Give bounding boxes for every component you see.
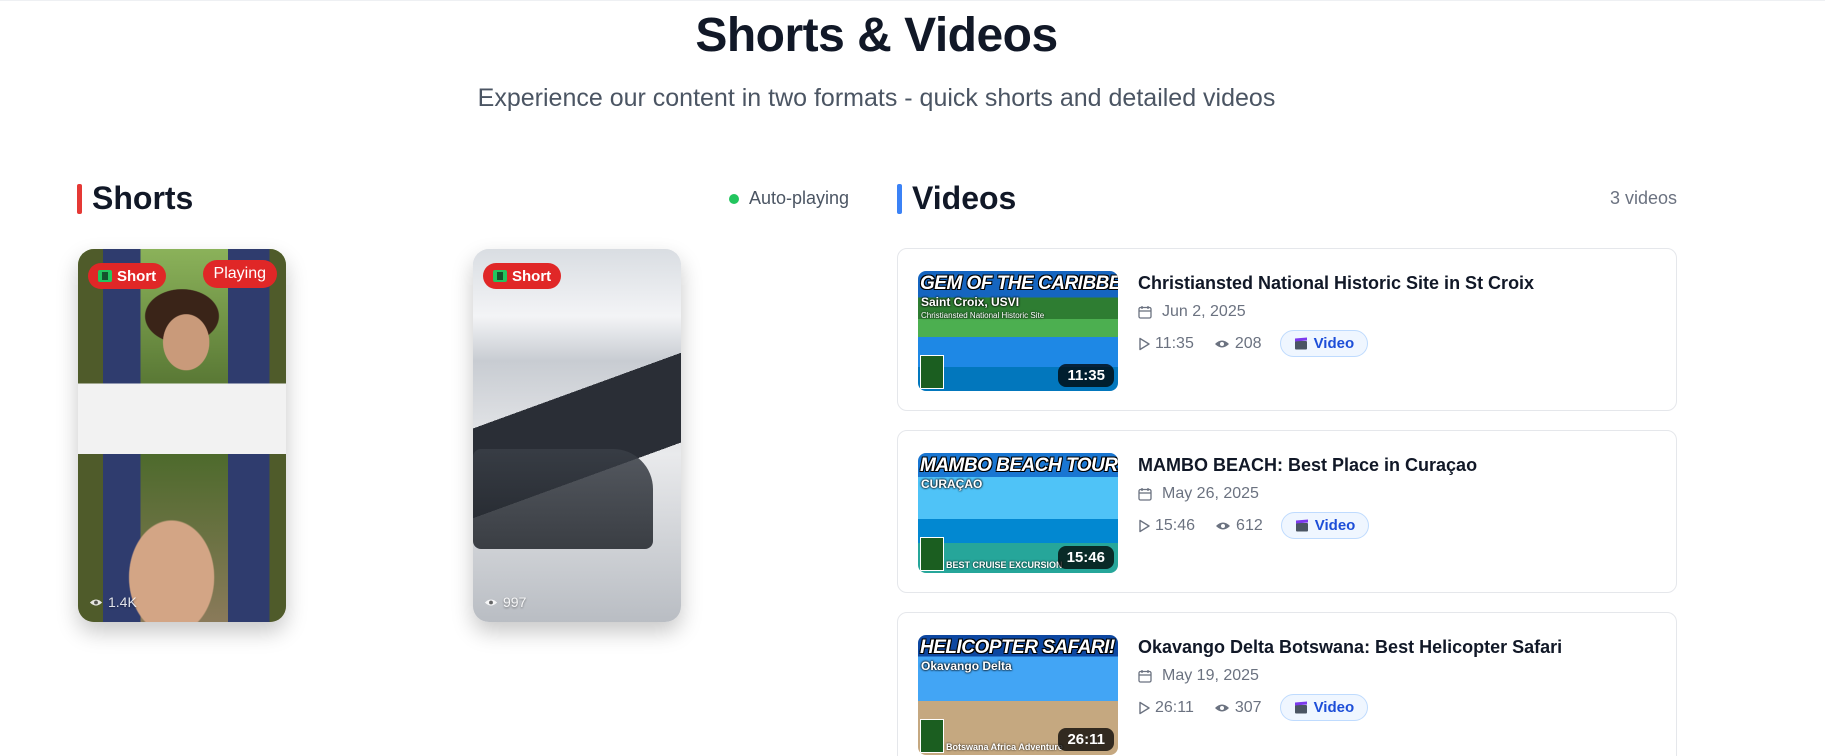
video-views-text: 307 [1234, 698, 1262, 716]
calendar-icon [1138, 488, 1152, 501]
page-title: Shorts & Videos [695, 9, 1058, 62]
duration-badge: 11:35 [1058, 364, 1114, 387]
eye-icon [1214, 704, 1229, 711]
video-thumbnail[interactable]: HELICOPTER SAFARI! Okavango Delta Botswa… [918, 635, 1118, 755]
page-subtitle: Experience our content in two formats - … [477, 84, 1276, 112]
short-thumbnail [78, 249, 286, 622]
thumbnail-footer: Botswana Africa Adventure [946, 742, 1063, 752]
video-type-label: Video [1314, 517, 1356, 534]
play-icon [1139, 519, 1150, 532]
video-date-text: Jun 2, 2025 [1162, 303, 1246, 320]
calendar-icon [1138, 306, 1152, 319]
video-duration-text: 15:46 [1155, 516, 1196, 534]
short-thumbnail [473, 249, 681, 622]
film-icon [493, 270, 507, 282]
thumbnail-headline: HELICOPTER SAFARI! [920, 637, 1115, 658]
video-card[interactable]: HELICOPTER SAFARI! Okavango Delta Botswa… [897, 612, 1677, 756]
channel-logo [920, 355, 944, 389]
videos-title: Videos [912, 180, 1017, 216]
short-badge: Short [483, 263, 562, 289]
duration-badge: 26:11 [1058, 728, 1114, 751]
play-icon [1139, 701, 1150, 714]
video-duration-text: 26:11 [1155, 698, 1194, 716]
shorts-accent-bar [77, 183, 82, 214]
video-title[interactable]: MAMBO BEACH: Best Place in Curaçao [1138, 455, 1477, 476]
video-meta: 15:46 612 Video [1138, 512, 1477, 539]
autoplay-status: Auto-playing [729, 188, 849, 209]
playing-badge: Playing [202, 260, 277, 288]
short-card[interactable]: Short 997 [473, 249, 681, 622]
short-card[interactable]: Short Playing 1.4K [78, 249, 286, 622]
video-type-label: Video [1313, 335, 1355, 352]
short-views-count: 1.4K [108, 594, 137, 610]
thumbnail-subheadline: CURAÇAO [921, 477, 983, 491]
video-type-tag: Video [1279, 694, 1369, 721]
video-info: Christiansted National Historic Site in … [1138, 273, 1534, 357]
shorts-title: Shorts [92, 180, 194, 216]
top-divider [0, 0, 1825, 1]
video-date-text: May 19, 2025 [1162, 667, 1259, 684]
short-badge-label: Short [117, 267, 157, 285]
video-thumbnail[interactable]: MAMBO BEACH TOUR! CURAÇAO BEST CRUISE EX… [918, 453, 1118, 573]
video-views: 612 [1215, 517, 1263, 535]
autoplay-label: Auto-playing [749, 188, 850, 208]
play-icon [1139, 337, 1150, 350]
video-title[interactable]: Christiansted National Historic Site in … [1138, 273, 1534, 294]
video-meta: 26:11 307 Video [1138, 694, 1562, 721]
shorts-header: Shorts [77, 180, 193, 217]
channel-logo [920, 719, 944, 753]
clapper-icon [1294, 337, 1307, 350]
short-badge-label: Short [512, 267, 552, 285]
video-info: Okavango Delta Botswana: Best Helicopter… [1138, 637, 1562, 721]
video-type-tag: Video [1280, 512, 1370, 539]
calendar-icon [1138, 670, 1152, 683]
eye-icon [484, 598, 498, 606]
short-views: 997 [484, 594, 526, 610]
video-count: 3 videos [1609, 188, 1677, 208]
video-type-label: Video [1313, 699, 1355, 716]
video-info: MAMBO BEACH: Best Place in Curaçao May 2… [1138, 455, 1477, 539]
video-card[interactable]: MAMBO BEACH TOUR! CURAÇAO BEST CRUISE EX… [897, 430, 1677, 593]
video-duration: 26:11 [1138, 699, 1194, 717]
duration-badge: 15:46 [1057, 546, 1114, 569]
green-dot-icon [729, 193, 739, 204]
video-duration: 15:46 [1138, 517, 1195, 535]
video-views: 208 [1214, 335, 1262, 353]
thumbnail-headline: GEM OF THE CARIBBEAN! [920, 273, 1118, 294]
thumbnail-headline: MAMBO BEACH TOUR! [920, 455, 1118, 476]
video-views: 307 [1214, 699, 1262, 717]
videos-accent-bar [897, 183, 902, 214]
thumbnail-footer: BEST CRUISE EXCURSION [946, 560, 1063, 570]
video-date-text: May 26, 2025 [1162, 485, 1259, 502]
short-views: 1.4K [89, 594, 137, 610]
video-date: May 26, 2025 [1138, 485, 1477, 503]
clapper-icon [1295, 519, 1308, 532]
video-date: May 19, 2025 [1138, 667, 1562, 685]
video-date: Jun 2, 2025 [1138, 303, 1534, 321]
clapper-icon [1294, 701, 1307, 714]
video-type-tag: Video [1279, 330, 1369, 357]
video-views-text: 612 [1236, 516, 1263, 534]
videos-header: Videos [897, 180, 1016, 217]
thumbnail-subheadline: Saint Croix, USVI [921, 295, 1020, 309]
video-title[interactable]: Okavango Delta Botswana: Best Helicopter… [1138, 637, 1562, 658]
film-icon [98, 270, 112, 282]
short-views-count: 997 [503, 594, 527, 610]
video-duration: 11:35 [1138, 335, 1194, 353]
thumbnail-caption: Christiansted National Historic Site [921, 311, 1045, 320]
eye-icon [89, 598, 103, 606]
eye-icon [1214, 340, 1229, 347]
short-badge: Short [88, 263, 167, 289]
eye-icon [1216, 522, 1231, 529]
video-meta: 11:35 208 Video [1138, 330, 1534, 357]
video-duration-text: 11:35 [1155, 334, 1194, 352]
video-card[interactable]: GEM OF THE CARIBBEAN! Saint Croix, USVI … [897, 248, 1677, 411]
video-views-text: 208 [1234, 334, 1262, 352]
channel-logo [920, 537, 944, 571]
thumbnail-subheadline: Okavango Delta [921, 659, 1012, 673]
video-thumbnail[interactable]: GEM OF THE CARIBBEAN! Saint Croix, USVI … [918, 271, 1118, 391]
